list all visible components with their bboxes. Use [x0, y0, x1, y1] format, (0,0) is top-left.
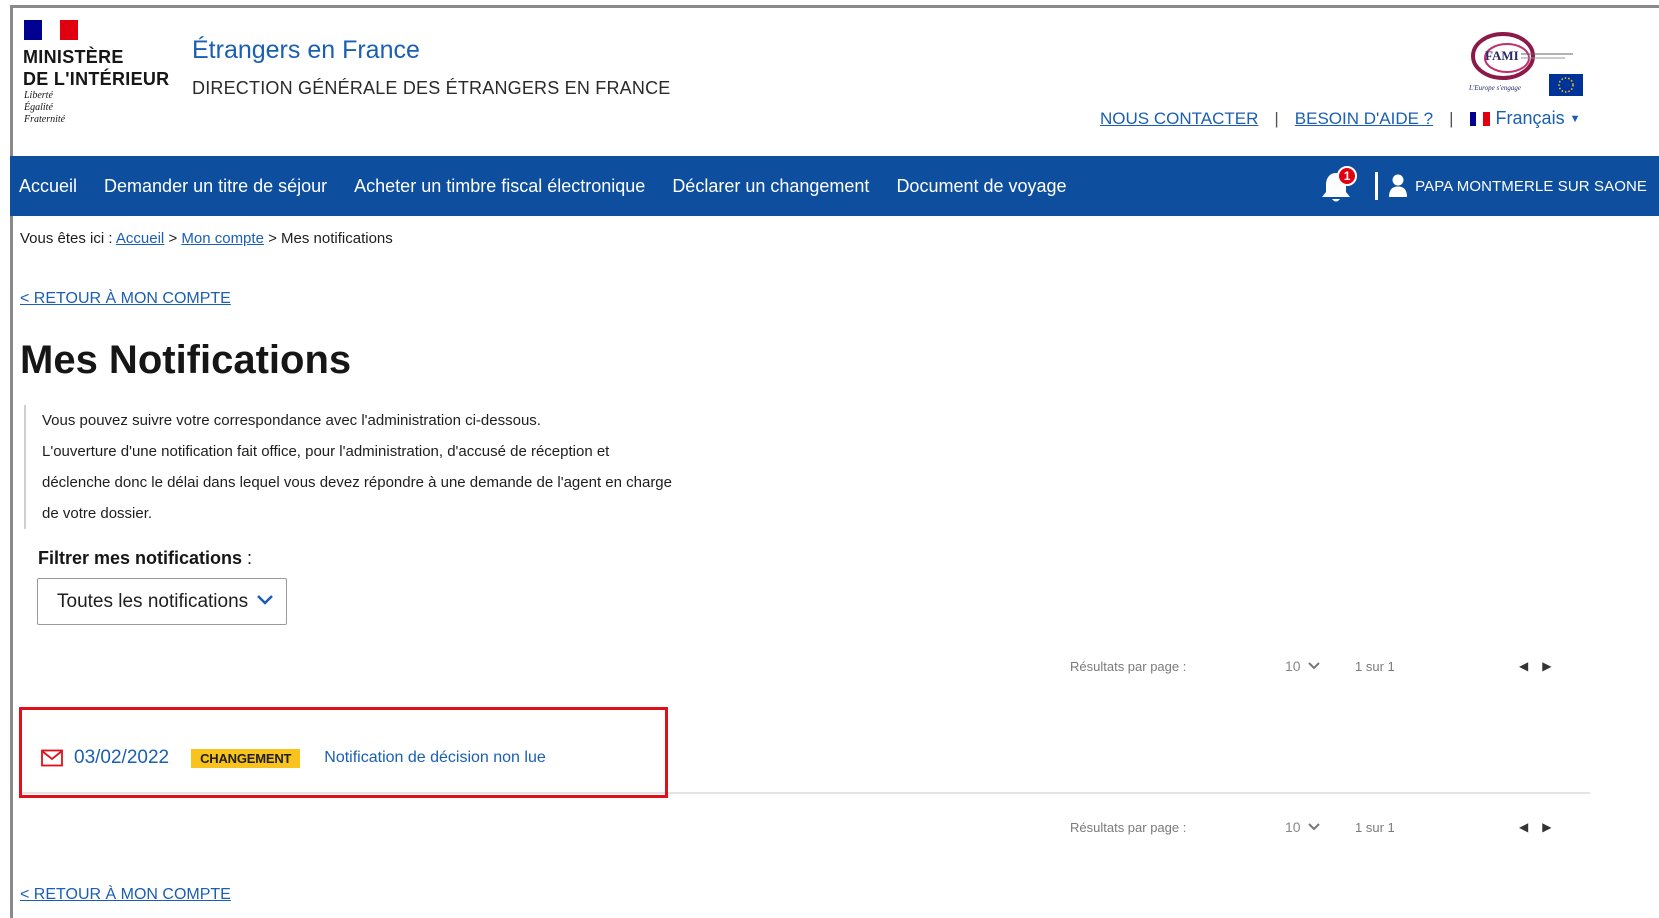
info-line: Vous pouvez suivre votre correspondance …: [42, 412, 541, 429]
results-per-page-value: 10: [1285, 658, 1301, 674]
envelope-icon: [41, 749, 63, 767]
breadcrumb-separator: >: [168, 230, 178, 247]
page-info: 1 sur 1: [1355, 819, 1395, 835]
nav-item-document-voyage[interactable]: Document de voyage: [896, 176, 1066, 197]
filter-label-suffix: :: [242, 548, 253, 568]
chevron-down-icon: [257, 595, 273, 605]
filter-label: Filtrer mes notifications :: [38, 548, 252, 569]
breadcrumb-account-link[interactable]: Mon compte: [181, 230, 264, 247]
separator: |: [1449, 108, 1454, 128]
chevron-down-icon: [1307, 662, 1320, 670]
help-link[interactable]: BESOIN D'AIDE ?: [1295, 109, 1433, 129]
breadcrumb-separator: >: [268, 230, 277, 247]
info-line: de votre dossier.: [42, 505, 153, 522]
notification-item[interactable]: 03/02/2022 CHANGEMENT Notification de dé…: [24, 735, 1589, 781]
separator: |: [1274, 108, 1279, 128]
caret-left-icon[interactable]: ◀: [1519, 820, 1528, 834]
french-flag-icon: [1469, 111, 1490, 126]
notification-category-badge: CHANGEMENT: [191, 748, 301, 768]
language-label: Français: [1495, 108, 1565, 128]
header-links: NOUS CONTACTER | BESOIN D'AIDE ? | Franç…: [1100, 108, 1580, 129]
breadcrumb-home-link[interactable]: Accueil: [116, 230, 164, 247]
republic-motto: Liberté Égalité Fraternité: [24, 90, 65, 126]
contact-link[interactable]: NOUS CONTACTER: [1100, 109, 1258, 129]
motto-fraternite: Fraternité: [24, 114, 66, 125]
caret-right-icon[interactable]: ▶: [1542, 820, 1551, 834]
chevron-down-icon: [1307, 823, 1320, 831]
caret-right-icon[interactable]: ▶: [1542, 659, 1551, 673]
pagination-arrows: ◀ ▶: [1519, 659, 1551, 673]
ministry-name-line1: MINISTÈRE: [23, 47, 124, 67]
results-per-page-select[interactable]: 10: [1285, 819, 1355, 835]
notification-date[interactable]: 03/02/2022: [74, 747, 169, 769]
breadcrumb: Vous êtes ici : Accueil > Mon compte > M…: [20, 230, 393, 247]
nav-item-declarer-changement[interactable]: Déclarer un changement: [672, 176, 869, 197]
back-to-account-link[interactable]: < RETOUR À MON COMPTE: [20, 886, 231, 904]
divider: [20, 792, 1590, 794]
breadcrumb-current: Mes notifications: [281, 230, 393, 247]
page-title: Mes Notifications: [20, 338, 352, 382]
pagination-top: Résultats par page : 10 1 sur 1 ◀ ▶: [1070, 654, 1600, 678]
motto-egalite: Égalité: [24, 102, 53, 113]
nav-item-titre-sejour[interactable]: Demander un titre de séjour: [104, 176, 327, 197]
info-line: L'ouverture d'une notification fait offi…: [42, 443, 610, 460]
user-account-menu[interactable]: PAPA MONTMERLE SUR SAONE: [1415, 178, 1647, 195]
filter-label-text: Filtrer mes notifications: [38, 548, 243, 568]
svg-text:FAMI: FAMI: [1485, 48, 1519, 63]
info-text: Vous pouvez suivre votre correspondance …: [24, 405, 714, 529]
notification-count-badge: 1: [1337, 166, 1358, 186]
site-title[interactable]: Étrangers en France: [192, 36, 420, 65]
site-header: MINISTÈRE DE L'INTÉRIEUR Liberté Égalité…: [10, 8, 1659, 156]
nav-user-area: 1 PAPA MONTMERLE SUR SAONE: [1321, 156, 1659, 216]
main-nav: Accueil Demander un titre de séjour Ache…: [10, 156, 1659, 216]
user-icon: [1389, 174, 1408, 197]
breadcrumb-prefix: Vous êtes ici :: [20, 230, 113, 247]
language-selector[interactable]: Français ▼: [1469, 108, 1581, 129]
divider: [1375, 172, 1379, 200]
nav-item-timbre-fiscal[interactable]: Acheter un timbre fiscal électronique: [354, 176, 645, 197]
ministry-name-line2: DE L'INTÉRIEUR: [23, 69, 170, 89]
page-info: 1 sur 1: [1355, 658, 1395, 674]
ministry-flag: [24, 20, 78, 40]
info-line: déclenche donc le délai dans lequel vous…: [42, 474, 672, 491]
svg-text:L'Europe s'engage: L'Europe s'engage: [1468, 84, 1521, 92]
notification-filter-select[interactable]: Toutes les notifications: [37, 578, 287, 625]
back-to-account-link[interactable]: < RETOUR À MON COMPTE: [20, 290, 231, 308]
notifications-button[interactable]: 1: [1321, 166, 1358, 204]
motto-liberte: Liberté: [24, 90, 53, 101]
notification-title-link[interactable]: Notification de décision non lue: [324, 749, 545, 767]
ministry-logo[interactable]: MINISTÈRE DE L'INTÉRIEUR: [23, 46, 170, 90]
pagination-arrows: ◀ ▶: [1519, 820, 1551, 834]
results-per-page-label: Résultats par page :: [1070, 819, 1187, 835]
nav-item-accueil[interactable]: Accueil: [19, 176, 77, 197]
filter-selected-value: Toutes les notifications: [57, 590, 249, 612]
results-per-page-select[interactable]: 10: [1285, 658, 1355, 674]
fami-logo: FAMI L'Europe s'engage: [1468, 32, 1583, 96]
pagination-bottom: Résultats par page : 10 1 sur 1 ◀ ▶: [1070, 815, 1600, 839]
site-subtitle: DIRECTION GÉNÉRALE DES ÉTRANGERS EN FRAN…: [192, 78, 671, 98]
caret-down-icon: ▼: [1569, 112, 1581, 125]
results-per-page-value: 10: [1285, 819, 1301, 835]
caret-left-icon[interactable]: ◀: [1519, 659, 1528, 673]
results-per-page-label: Résultats par page :: [1070, 658, 1187, 674]
